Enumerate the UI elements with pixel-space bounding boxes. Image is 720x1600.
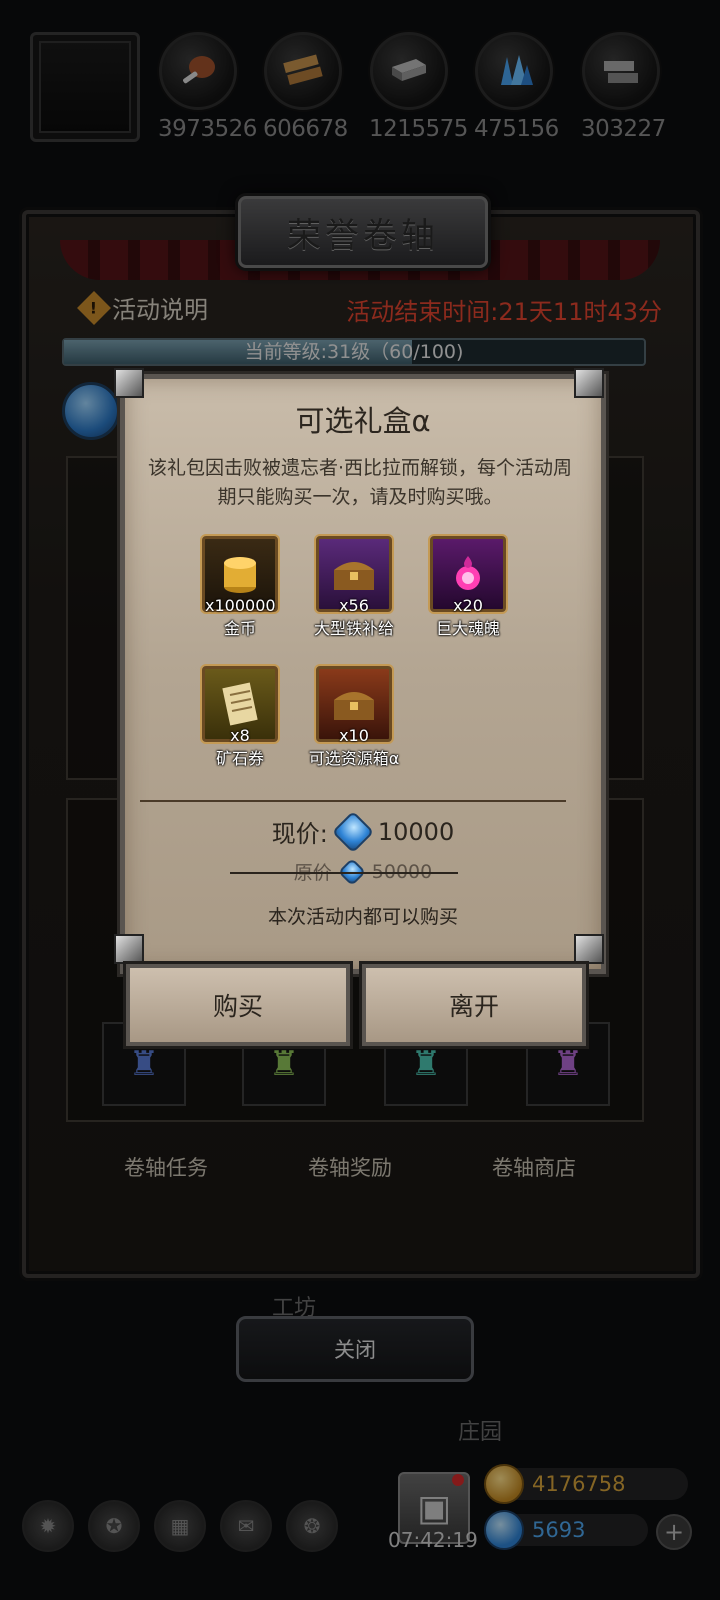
dialog-corner-br [574,934,604,964]
current-price: 现价: 10000 [120,810,606,853]
dialog-corner-bl [114,934,144,964]
item-name: 金币 [223,619,256,638]
item-quantity: x8 [230,726,250,745]
item-quantity: x20 [453,596,483,615]
item-name: 巨大魂魄 [435,619,500,638]
dialog-divider [140,800,566,802]
item-name: 可选资源箱α [308,749,400,768]
item-gold-coins[interactable]: x100000 金币 [184,536,296,639]
item-name: 大型铁补给 [313,619,394,638]
buy-button[interactable]: 购买 [126,964,350,1046]
item-ore-voucher[interactable]: x8 矿石券 [184,666,296,769]
item-iron-supply[interactable]: x56 大型铁补给 [298,536,410,639]
current-price-value: 10000 [377,817,455,846]
ore-voucher-icon: x8 [202,666,278,745]
gem-icon [331,810,375,853]
item-quantity: x56 [339,596,369,615]
soul-orb-icon: x20 [430,536,506,615]
iron-supply-chest-icon: x56 [316,536,392,615]
dialog-corner-tl [114,368,144,398]
dialog-title: 可选礼盒α [295,404,431,438]
price-strikethrough [230,872,458,874]
dialog-corner-tr [574,368,604,398]
current-price-label: 现价: [271,820,328,848]
item-soul[interactable]: x20 巨大魂魄 [412,536,524,639]
dialog-description: 该礼包因击败被遗忘者·西比拉而解锁，每个活动周期只能购买一次，请及时购买哦。 [147,457,573,508]
item-quantity: x10 [339,726,369,745]
leave-button[interactable]: 离开 [362,964,586,1046]
item-quantity: x100000 [205,596,276,615]
purchase-note: 本次活动内都可以购买 [267,906,458,928]
resource-chest-icon: x10 [316,666,392,745]
item-resource-chest[interactable]: x10 可选资源箱α [298,666,410,769]
gold-coin-icon: x100000 [202,536,278,615]
item-name: 矿石券 [215,749,264,768]
